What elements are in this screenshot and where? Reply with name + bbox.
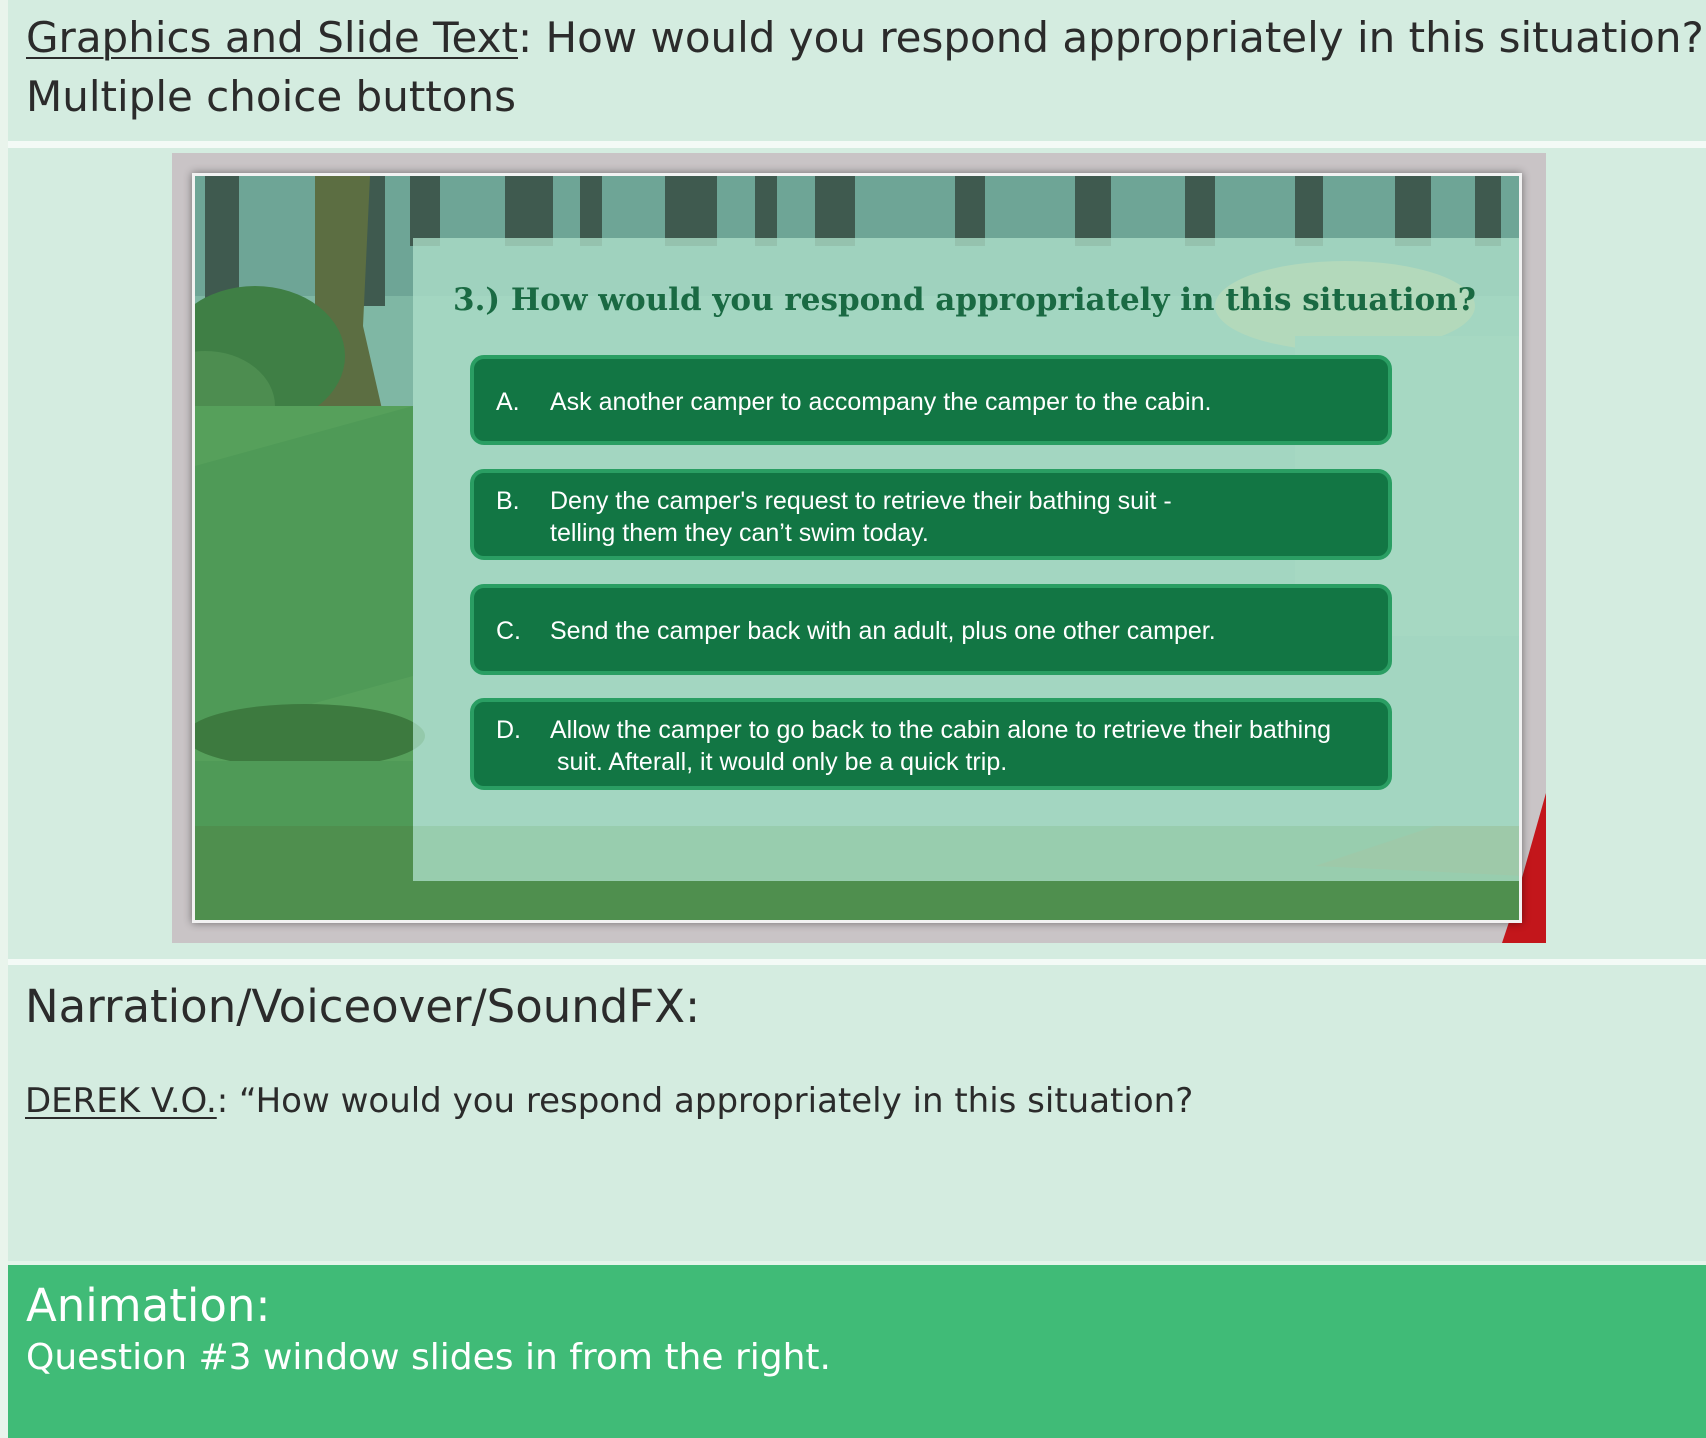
option-b-text-line1: Deny the camper's request to retrieve th… [550,487,1172,515]
animation-section: Animation: Question #3 window slides in … [8,1265,1706,1438]
option-b-letter: B. [496,487,520,515]
section-divider [8,141,1706,148]
option-a-letter: A. [496,388,520,416]
graphics-question: : How would you respond appropriately in… [517,13,1704,62]
speaker-name: DEREK V.O. [25,1081,217,1121]
option-d-text-line2: suit. Afterall, it would only be a quick… [550,748,1008,776]
option-b-button[interactable]: B. Deny the camper's request to retrieve… [470,469,1392,560]
animation-text: Question #3 window slides in from the ri… [26,1337,831,1378]
option-a-text: Ask another camper to accompany the camp… [550,388,1212,416]
option-d-letter: D. [496,716,521,744]
question-title: 3.) How would you respond appropriately … [453,282,1476,318]
option-c-text: Send the camper back with an adult, plus… [550,617,1216,645]
question-panel: 3.) How would you respond appropriately … [413,238,1519,881]
option-d-text-line1: Allow the camper to go back to the cabin… [550,716,1332,744]
slide-canvas: 3.) How would you respond appropriately … [192,173,1522,923]
graphics-subtitle: Multiple choice buttons [26,72,516,121]
slide-screenshot: 3.) How would you respond appropriately … [172,153,1546,943]
narration-heading: Narration/Voiceover/SoundFX: [25,980,701,1033]
speaker-colon: : [216,1081,229,1121]
left-margin [0,0,8,1438]
graphics-section: Graphics and Slide Text: How would you r… [8,0,1706,141]
option-d-button[interactable]: D. Allow the camper to go back to the ca… [470,698,1392,790]
graphics-heading: Graphics and Slide Text: How would you r… [26,17,1704,59]
option-b-text-line2: telling them they can’t swim today. [550,519,929,547]
narration-section: Narration/Voiceover/SoundFX: DEREK V.O.:… [8,965,1706,1261]
narration-quote: “How would you respond appropriately in … [228,1081,1194,1121]
narration-line: DEREK V.O.: “How would you respond appro… [25,1081,1193,1121]
animation-heading: Animation: [26,1279,271,1332]
option-c-letter: C. [496,617,521,645]
graphics-label: Graphics and Slide Text [26,13,518,62]
option-a-button[interactable]: A. Ask another camper to accompany the c… [470,355,1392,445]
option-c-button[interactable]: C. Send the camper back with an adult, p… [470,584,1392,675]
